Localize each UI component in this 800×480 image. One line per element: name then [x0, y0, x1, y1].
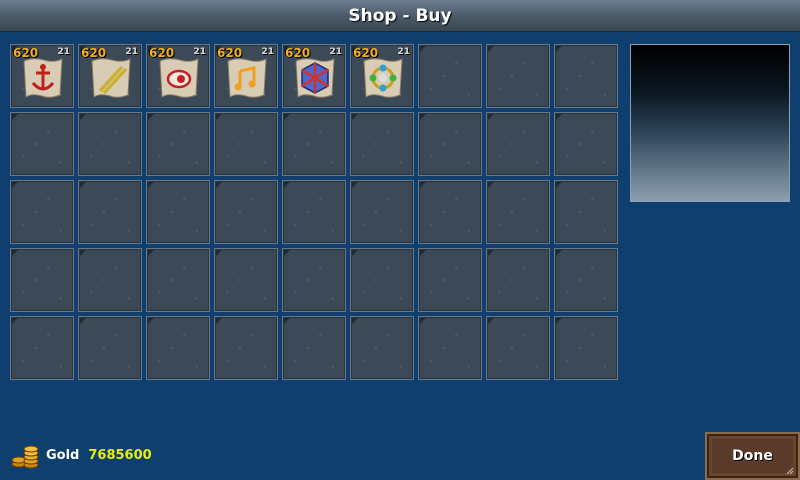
shop-slot-item[interactable]: 620 21 [10, 44, 74, 108]
shop-slot-empty[interactable] [10, 248, 74, 312]
shop-slot-item[interactable]: 620 21 [78, 44, 142, 108]
shop-slot-empty[interactable] [10, 180, 74, 244]
shop-slot-empty[interactable] [78, 112, 142, 176]
shop-slot-empty[interactable] [350, 112, 414, 176]
gold-coins-icon [11, 445, 39, 469]
shop-slot-empty[interactable] [554, 180, 618, 244]
shop-slot-empty[interactable] [282, 180, 346, 244]
item-preview-panel [630, 44, 790, 202]
shop-slot-item[interactable]: 620 21 [282, 44, 346, 108]
shop-slot-empty[interactable] [350, 316, 414, 380]
shop-slot-empty[interactable] [282, 112, 346, 176]
page-title: Shop - Buy [348, 5, 452, 26]
shop-slot-empty[interactable] [418, 316, 482, 380]
shop-slot-empty[interactable] [418, 112, 482, 176]
shop-slot-empty[interactable] [554, 316, 618, 380]
done-button[interactable]: Done [705, 432, 800, 480]
shop-slot-empty[interactable] [214, 316, 278, 380]
item-price: 620 [217, 46, 243, 60]
shop-slot-item[interactable]: 620 21 [146, 44, 210, 108]
shop-slot-empty[interactable] [282, 316, 346, 380]
shop-slot-empty[interactable] [554, 112, 618, 176]
shop-slot-empty[interactable] [78, 180, 142, 244]
title-bar: Shop - Buy [0, 0, 800, 32]
shop-slot-empty[interactable] [554, 248, 618, 312]
shop-slot-empty[interactable] [10, 316, 74, 380]
shop-slot-empty[interactable] [350, 180, 414, 244]
shop-slot-empty[interactable] [146, 112, 210, 176]
item-price: 620 [285, 46, 311, 60]
music-note-icon [227, 58, 267, 98]
shop-slot-empty[interactable] [214, 180, 278, 244]
shop-slot-empty[interactable] [486, 316, 550, 380]
gold-value: 7685600 [88, 447, 152, 463]
shop-slot-item[interactable]: 620 21 [214, 44, 278, 108]
shop-slot-empty[interactable] [146, 316, 210, 380]
shop-slot-empty[interactable] [214, 112, 278, 176]
gold-display: Gold 7685600 [10, 440, 152, 470]
item-stock-count: 21 [193, 47, 206, 57]
shop-slot-empty[interactable] [146, 180, 210, 244]
shop-slot-empty[interactable] [214, 248, 278, 312]
resize-corner-icon [786, 467, 794, 475]
shop-slot-empty[interactable] [486, 44, 550, 108]
gold-label: Gold [46, 447, 80, 463]
shop-slot-empty[interactable] [486, 180, 550, 244]
shop-slot-empty[interactable] [350, 248, 414, 312]
shop-slot-empty[interactable] [146, 248, 210, 312]
item-stock-count: 21 [125, 47, 138, 57]
eye-icon [159, 58, 199, 98]
item-price: 620 [81, 46, 107, 60]
shop-slot-empty[interactable] [418, 44, 482, 108]
shop-slot-empty[interactable] [486, 248, 550, 312]
shop-slot-empty[interactable] [78, 316, 142, 380]
item-price: 620 [13, 46, 39, 60]
shop-slot-empty[interactable] [554, 44, 618, 108]
done-button-label: Done [732, 448, 773, 464]
shop-slot-item[interactable]: 620 21 [350, 44, 414, 108]
shop-slot-empty[interactable] [78, 248, 142, 312]
item-stock-count: 21 [261, 47, 274, 57]
item-stock-count: 21 [57, 47, 70, 57]
item-stock-count: 21 [397, 47, 410, 57]
shop-slot-empty[interactable] [10, 112, 74, 176]
gem-cube-icon [295, 58, 335, 98]
shop-slot-empty[interactable] [282, 248, 346, 312]
anchor-rune-icon [23, 58, 63, 98]
shop-slot-empty[interactable] [486, 112, 550, 176]
item-stock-count: 21 [329, 47, 342, 57]
ring-orb-icon [363, 58, 403, 98]
shop-slot-empty[interactable] [418, 180, 482, 244]
sticks-icon [91, 58, 131, 98]
shop-slot-empty[interactable] [418, 248, 482, 312]
item-price: 620 [353, 46, 379, 60]
item-price: 620 [149, 46, 175, 60]
shop-item-grid: 620 21 620 21 620 21 620 21 620 21 620 21 [10, 44, 618, 380]
